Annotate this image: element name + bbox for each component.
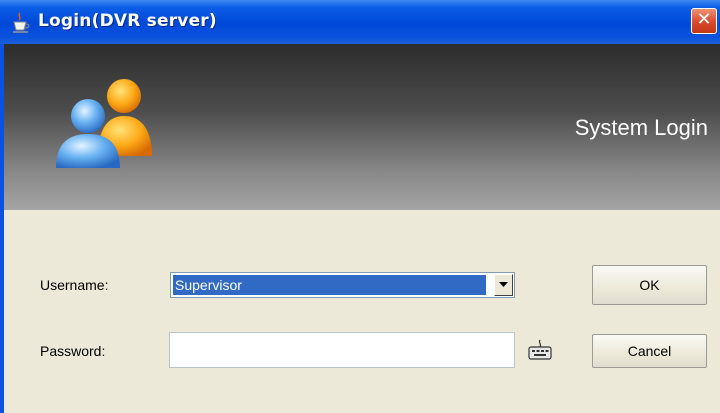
cancel-button[interactable]: Cancel (592, 334, 707, 368)
username-selected-value[interactable]: Supervisor (173, 275, 486, 295)
java-cup-icon (13, 12, 30, 33)
close-button[interactable]: ✕ (691, 8, 717, 34)
username-dropdown-button[interactable] (494, 274, 513, 296)
close-icon: ✕ (696, 9, 712, 30)
ok-button[interactable]: OK (592, 265, 707, 305)
banner: System Login (4, 44, 720, 210)
username-combobox[interactable]: Supervisor (170, 272, 515, 298)
window-title: Login(DVR server) (38, 11, 217, 31)
username-label: Username: (40, 277, 109, 293)
login-dialog: Login(DVR server) ✕ System Login Usernam… (0, 0, 720, 413)
title-bar[interactable]: Login(DVR server) ✕ (0, 0, 720, 44)
users-icon (56, 79, 152, 168)
system-login-heading: System Login (574, 115, 708, 140)
chevron-down-icon (499, 282, 508, 287)
keyboard-icon[interactable] (528, 339, 552, 361)
password-field[interactable] (169, 332, 515, 368)
password-label: Password: (40, 343, 106, 359)
login-form: Username: Supervisor Password: OK Cancel (4, 210, 720, 413)
